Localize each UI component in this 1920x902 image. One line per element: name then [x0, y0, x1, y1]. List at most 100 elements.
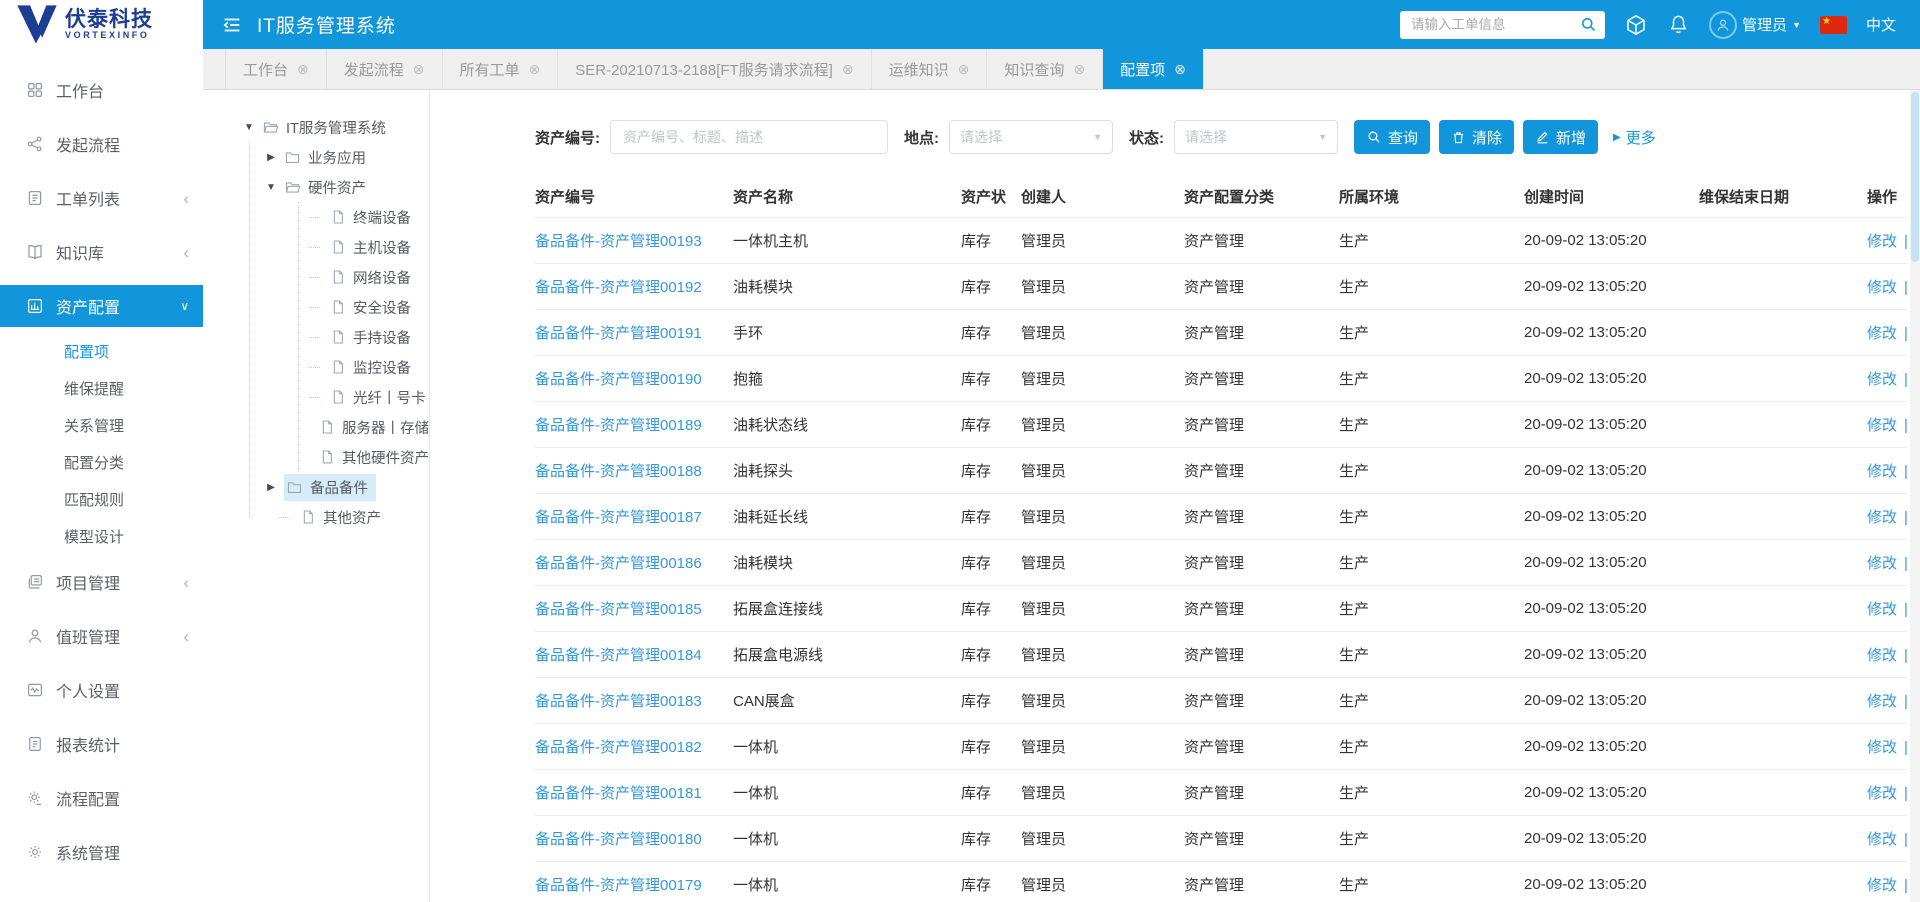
table-row[interactable]: 备品备件-资产管理00186 油耗模块 库存 管理员 资产管理 生产 20-09…	[535, 539, 1907, 585]
sidebar-item-process-config[interactable]: 流程配置	[0, 771, 203, 825]
asset-id-link[interactable]: 备品备件-资产管理00193	[535, 233, 702, 250]
asset-no-input[interactable]	[610, 120, 888, 154]
table-row[interactable]: 备品备件-资产管理00182 一体机 库存 管理员 资产管理 生产 20-09-…	[535, 723, 1907, 769]
sidebar-item-ticket-list[interactable]: 工单列表 ‹	[0, 171, 203, 225]
sidebar-subitem-config-category[interactable]: 配置分类	[0, 444, 203, 481]
sidebar-item-personal-settings[interactable]: 个人设置	[0, 663, 203, 717]
sidebar-subitem-model-design[interactable]: 模型设计	[0, 518, 203, 555]
sidebar-item-report-stats[interactable]: 报表统计	[0, 717, 203, 771]
asset-id-link[interactable]: 备品备件-资产管理00184	[535, 647, 702, 664]
sidebar-subitem-relation-mgmt[interactable]: 关系管理	[0, 407, 203, 444]
close-tab-icon[interactable]: ⊗	[529, 61, 541, 78]
close-tab-icon[interactable]: ⊗	[413, 61, 425, 78]
location-select[interactable]: 请选择 ▼	[949, 120, 1113, 154]
asset-id-link[interactable]: 备品备件-资产管理00189	[535, 417, 702, 434]
asset-id-link[interactable]: 备品备件-资产管理00182	[535, 739, 702, 756]
table-row[interactable]: 备品备件-资产管理00188 油耗探头 库存 管理员 资产管理 生产 20-09…	[535, 447, 1907, 493]
ticket-search-input[interactable]	[1400, 11, 1605, 39]
table-row[interactable]: 备品备件-资产管理00193 一体机主机 库存 管理员 资产管理 生产 20-0…	[535, 217, 1907, 263]
table-row[interactable]: 备品备件-资产管理00190 抱箍 库存 管理员 资产管理 生产 20-09-0…	[535, 355, 1907, 401]
table-row[interactable]: 备品备件-资产管理00187 油耗延长线 库存 管理员 资产管理 生产 20-0…	[535, 493, 1907, 539]
edit-link[interactable]: 修改	[1867, 325, 1897, 342]
edit-link[interactable]: 修改	[1867, 417, 1897, 434]
edit-link[interactable]: 修改	[1867, 509, 1897, 526]
edit-link[interactable]: 修改	[1867, 463, 1897, 480]
tab[interactable]: 发起流程 ⊗	[327, 49, 443, 89]
asset-id-link[interactable]: 备品备件-资产管理00181	[535, 785, 702, 802]
tree-leaf-other-assets[interactable]: 其他资产	[203, 502, 429, 532]
tree-leaf-monitoring-devices[interactable]: 监控设备	[203, 352, 429, 382]
sidebar-item-initiate-flow[interactable]: 发起流程	[0, 117, 203, 171]
asset-id-link[interactable]: 备品备件-资产管理00190	[535, 371, 702, 388]
tree-collapsed-icon[interactable]: ▶	[265, 152, 277, 163]
sidebar-item-project-mgmt[interactable]: 项目管理 ‹	[0, 555, 203, 609]
table-row[interactable]: 备品备件-资产管理00192 油耗模块 库存 管理员 资产管理 生产 20-09…	[535, 263, 1907, 309]
tree-collapsed-icon[interactable]: ▶	[265, 482, 277, 493]
edit-link[interactable]: 修改	[1867, 785, 1897, 802]
sidebar-item-knowledge-base[interactable]: 知识库 ‹	[0, 225, 203, 279]
sidebar-subitem-match-rules[interactable]: 匹配规则	[0, 481, 203, 518]
clear-button[interactable]: 清除	[1439, 120, 1514, 154]
tree-leaf-host-devices[interactable]: 主机设备	[203, 232, 429, 262]
edit-link[interactable]: 修改	[1867, 601, 1897, 618]
asset-id-link[interactable]: 备品备件-资产管理00188	[535, 463, 702, 480]
collapse-sidebar-icon[interactable]	[221, 14, 243, 36]
tree-node-root[interactable]: ▼ IT服务管理系统	[203, 112, 429, 142]
table-row[interactable]: 备品备件-资产管理00185 拓展盒连接线 库存 管理员 资产管理 生产 20-…	[535, 585, 1907, 631]
tree-leaf-other-hardware[interactable]: 其他硬件资产	[203, 442, 429, 472]
asset-id-link[interactable]: 备品备件-资产管理00183	[535, 693, 702, 710]
tree-leaf-network-devices[interactable]: 网络设备	[203, 262, 429, 292]
tree-expanded-icon[interactable]: ▼	[243, 122, 255, 133]
cube-icon[interactable]	[1624, 13, 1648, 37]
close-tab-icon[interactable]: ⊗	[297, 61, 309, 78]
tab[interactable]: SER-20210713-2188[FT服务请求流程] ⊗	[558, 49, 871, 89]
edit-link[interactable]: 修改	[1867, 831, 1897, 848]
close-tab-icon[interactable]: ⊗	[842, 61, 854, 78]
search-icon[interactable]	[1579, 15, 1598, 34]
edit-link[interactable]: 修改	[1867, 693, 1897, 710]
table-row[interactable]: 备品备件-资产管理00179 一体机 库存 管理员 资产管理 生产 20-09-…	[535, 861, 1907, 902]
china-flag-icon[interactable]	[1820, 16, 1847, 34]
sidebar-item-workbench[interactable]: 工作台	[0, 63, 203, 117]
asset-id-link[interactable]: 备品备件-资产管理00180	[535, 831, 702, 848]
asset-id-link[interactable]: 备品备件-资产管理00185	[535, 601, 702, 618]
table-row[interactable]: 备品备件-资产管理00183 CAN展盒 库存 管理员 资产管理 生产 20-0…	[535, 677, 1907, 723]
sidebar-subitem-config-items[interactable]: 配置项	[0, 333, 203, 370]
edit-link[interactable]: 修改	[1867, 877, 1897, 894]
scrollbar-thumb[interactable]	[1911, 92, 1919, 262]
asset-id-link[interactable]: 备品备件-资产管理00179	[535, 877, 702, 894]
sidebar-item-duty-mgmt[interactable]: 值班管理 ‹	[0, 609, 203, 663]
close-tab-icon[interactable]: ⊗	[1174, 61, 1186, 78]
sidebar-item-asset-config[interactable]: 资产配置 ∨	[0, 285, 203, 327]
tab[interactable]: 所有工单 ⊗	[443, 49, 559, 89]
sidebar-item-system-mgmt[interactable]: 系统管理	[0, 825, 203, 879]
table-row[interactable]: 备品备件-资产管理00191 手环 库存 管理员 资产管理 生产 20-09-0…	[535, 309, 1907, 355]
sidebar-subitem-maintenance-reminder[interactable]: 维保提醒	[0, 370, 203, 407]
language-switch[interactable]: 中文	[1866, 14, 1896, 35]
edit-link[interactable]: 修改	[1867, 555, 1897, 572]
tree-leaf-security-devices[interactable]: 安全设备	[203, 292, 429, 322]
tab[interactable]: 工作台 ⊗	[225, 49, 327, 89]
user-menu[interactable]: 管理员 ▼	[1709, 11, 1801, 39]
close-tab-icon[interactable]: ⊗	[1073, 61, 1085, 78]
tree-leaf-terminal-devices[interactable]: 终端设备	[203, 202, 429, 232]
tab[interactable]: 配置项 ⊗	[1103, 49, 1204, 89]
edit-link[interactable]: 修改	[1867, 739, 1897, 756]
tree-leaf-fiber-sim[interactable]: 光纤丨号卡	[203, 382, 429, 412]
table-row[interactable]: 备品备件-资产管理00184 拓展盒电源线 库存 管理员 资产管理 生产 20-…	[535, 631, 1907, 677]
tree-node-hardware-assets[interactable]: ▼ 硬件资产	[203, 172, 429, 202]
table-row[interactable]: 备品备件-资产管理00180 一体机 库存 管理员 资产管理 生产 20-09-…	[535, 815, 1907, 861]
asset-id-link[interactable]: 备品备件-资产管理00187	[535, 509, 702, 526]
tree-node-business-apps[interactable]: ▶ 业务应用	[203, 142, 429, 172]
tree-leaf-handheld-devices[interactable]: 手持设备	[203, 322, 429, 352]
table-row[interactable]: 备品备件-资产管理00181 一体机 库存 管理员 资产管理 生产 20-09-…	[535, 769, 1907, 815]
asset-id-link[interactable]: 备品备件-资产管理00192	[535, 279, 702, 296]
add-button[interactable]: 新增	[1523, 120, 1598, 154]
more-link[interactable]: ▶ 更多	[1613, 127, 1656, 148]
edit-link[interactable]: 修改	[1867, 279, 1897, 296]
tab[interactable]: 运维知识 ⊗	[872, 49, 988, 89]
asset-id-link[interactable]: 备品备件-资产管理00186	[535, 555, 702, 572]
close-tab-icon[interactable]: ⊗	[958, 61, 970, 78]
table-row[interactable]: 备品备件-资产管理00189 油耗状态线 库存 管理员 资产管理 生产 20-0…	[535, 401, 1907, 447]
bell-icon[interactable]	[1667, 13, 1690, 36]
